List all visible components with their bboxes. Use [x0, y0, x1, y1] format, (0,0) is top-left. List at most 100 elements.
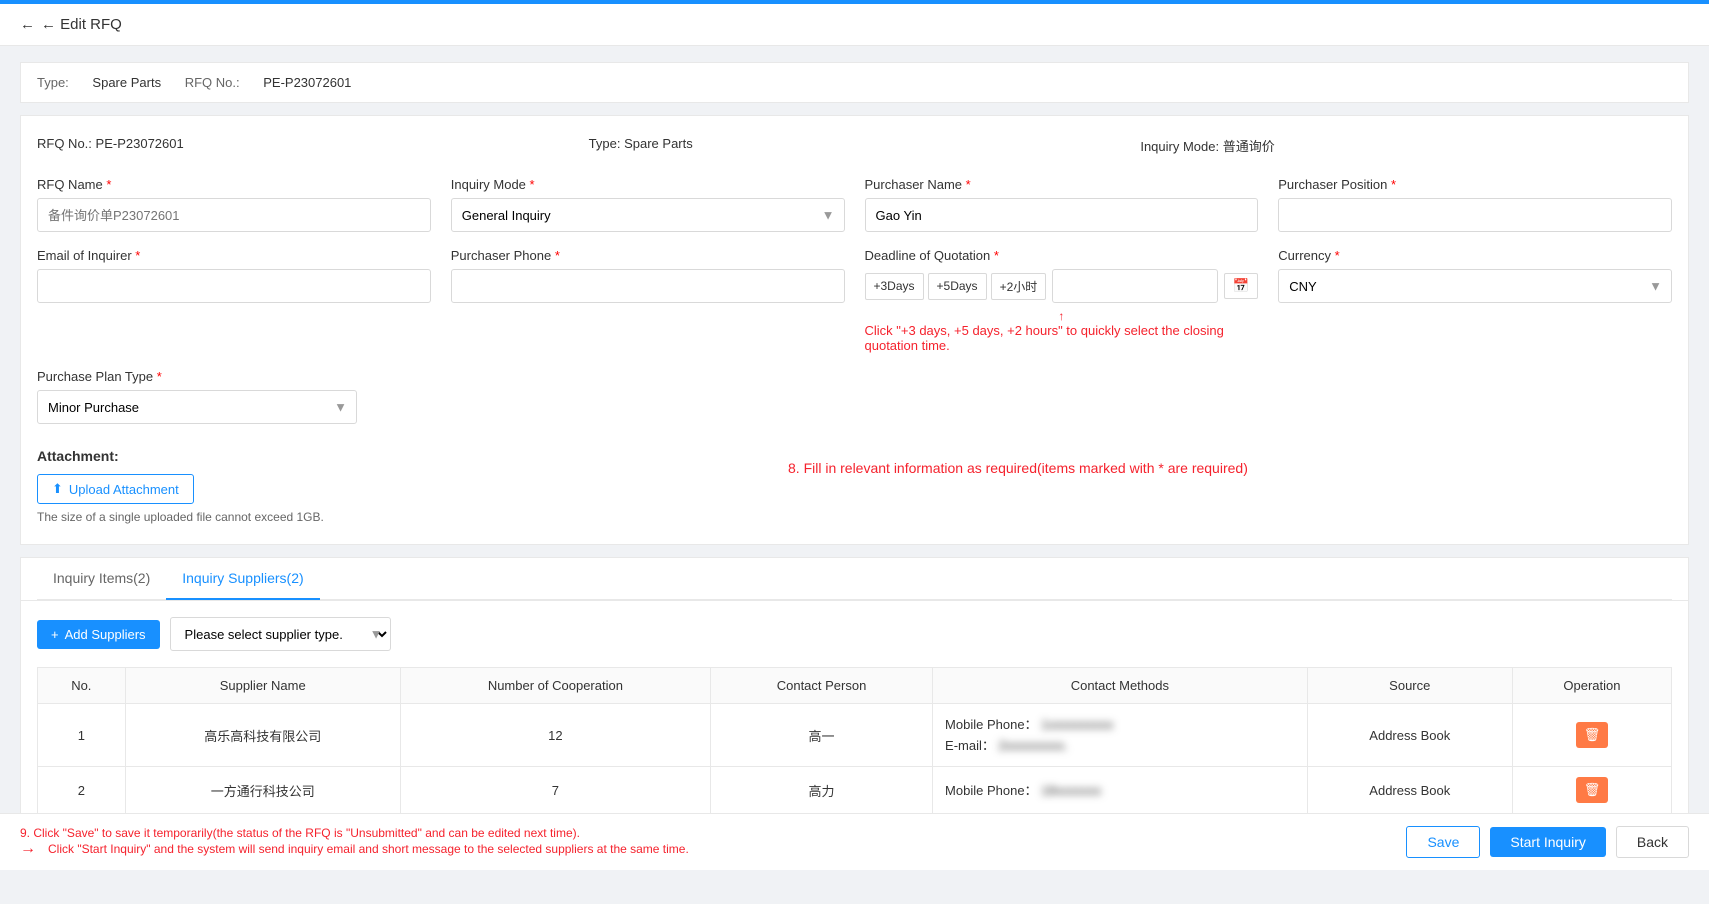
purchaser-position-label: Purchaser Position *: [1278, 177, 1672, 192]
purchaser-name-input[interactable]: [865, 198, 1259, 232]
col-operation: Operation: [1512, 668, 1671, 704]
row1-contact-info: Mobile Phone： 1xxxxxxxxxx E-mail： 2xxxxx…: [945, 714, 1295, 754]
upload-btn[interactable]: ⬆ Upload Attachment: [37, 474, 194, 504]
quick-5days-btn[interactable]: +5Days: [928, 273, 987, 300]
rfq-name-input[interactable]: [37, 198, 431, 232]
col-supplier-name: Supplier Name: [125, 668, 400, 704]
calendar-btn[interactable]: 📅: [1224, 273, 1259, 299]
quick-3days-btn[interactable]: +3Days: [865, 273, 924, 300]
col-contact-methods: Contact Methods: [933, 668, 1308, 704]
row1-contact-methods: Mobile Phone： 1xxxxxxxxxx E-mail： 2xxxxx…: [933, 704, 1308, 767]
rfq-no-label: RFQ No.:: [185, 75, 240, 90]
table-body: 1 高乐高科技有限公司 12 高一 Mobile Phone： 1xxxxxxx…: [38, 704, 1672, 814]
attachment-title: Attachment:: [37, 448, 324, 464]
currency-select[interactable]: CNY: [1278, 269, 1672, 303]
row1-delete-btn[interactable]: 🗑: [1576, 722, 1609, 748]
deadline-input[interactable]: [1052, 269, 1217, 303]
suppliers-table: No. Supplier Name Number of Cooperation …: [37, 667, 1672, 814]
purchaser-phone-input[interactable]: [451, 269, 845, 303]
bottom-instruction-line1: 9. Click "Save" to save it temporarily(t…: [20, 826, 1406, 840]
deadline-tooltip: ↑ Click "+3 days, +5 days, +2 hours" to …: [865, 309, 1259, 353]
table-row: 2 一方通行科技公司 7 高力 Mobile Phone： 18xxxxxxx …: [38, 767, 1672, 814]
supplier-section: + Add Suppliers Please select supplier t…: [20, 600, 1689, 831]
col-no: No.: [38, 668, 126, 704]
purchaser-phone-label: Purchaser Phone *: [451, 248, 845, 263]
row1-operation: 🗑: [1512, 704, 1671, 767]
row2-mobile-value: 18xxxxxxx: [1041, 783, 1101, 798]
table-row: 1 高乐高科技有限公司 12 高一 Mobile Phone： 1xxxxxxx…: [38, 704, 1672, 767]
row2-operation: 🗑: [1512, 767, 1671, 814]
add-suppliers-label: Add Suppliers: [65, 627, 146, 642]
quick-btns: +3Days +5Days +2小时: [865, 273, 1047, 300]
tabs: Inquiry Items(2) Inquiry Suppliers(2): [37, 558, 1672, 600]
type-field-label: Type: Spare Parts: [589, 136, 1121, 151]
email-input[interactable]: [37, 269, 431, 303]
email-label: Email of Inquirer *: [37, 248, 431, 263]
form-group-currency: Currency * CNY ▼: [1278, 248, 1672, 353]
currency-select-wrapper: CNY ▼: [1278, 269, 1672, 303]
row1-email: E-mail： 2xxxxxxxxx.: [945, 735, 1295, 754]
instruction-text: 8. Fill in relevant information as requi…: [788, 450, 1248, 486]
form-group-email: Email of Inquirer *: [37, 248, 431, 353]
supplier-type-wrapper: Please select supplier type. ▼: [170, 617, 391, 651]
purchaser-name-label: Purchaser Name *: [865, 177, 1259, 192]
header: ← ← Edit RFQ: [0, 4, 1709, 46]
arrow-right-icon: →: [20, 840, 36, 858]
purchaser-position-input[interactable]: [1278, 198, 1672, 232]
tab-inquiry-items[interactable]: Inquiry Items(2): [37, 558, 166, 600]
row1-mobile: Mobile Phone： 1xxxxxxxxxx: [945, 714, 1295, 733]
toolbar: + Add Suppliers Please select supplier t…: [37, 617, 1672, 651]
supplier-type-select[interactable]: Please select supplier type.: [170, 617, 391, 651]
inquiry-mode-select-wrapper: General Inquiry ▼: [451, 198, 845, 232]
purchase-plan-label: Purchase Plan Type *: [37, 369, 357, 384]
row1-mobile-value: 1xxxxxxxxxx: [1041, 717, 1113, 732]
instruction-section: 8. Fill in relevant information as requi…: [364, 440, 1672, 486]
attachment-section: Attachment: ⬆ Upload Attachment The size…: [37, 448, 324, 524]
save-button[interactable]: Save: [1406, 826, 1480, 858]
currency-label: Currency *: [1278, 248, 1672, 263]
row1-contact-person: 高一: [711, 704, 933, 767]
col-cooperation: Number of Cooperation: [400, 668, 710, 704]
form-group-type: Type: Spare Parts: [589, 136, 1121, 161]
row1-source: Address Book: [1307, 704, 1512, 767]
row2-contact-info: Mobile Phone： 18xxxxxxx: [945, 780, 1295, 799]
file-limit: The size of a single uploaded file canno…: [37, 510, 324, 524]
attachment-instruction-row: Attachment: ⬆ Upload Attachment The size…: [37, 440, 1672, 524]
add-suppliers-btn[interactable]: + Add Suppliers: [37, 620, 160, 649]
purchase-plan-select[interactable]: Minor Purchase: [37, 390, 357, 424]
rfq-no-field-label: RFQ No.: PE-P23072601: [37, 136, 569, 151]
purchase-plan-select-wrapper: Minor Purchase ▼: [37, 390, 357, 424]
form-group-purchaser-phone: Purchaser Phone *: [451, 248, 845, 353]
back-button[interactable]: ← ← Edit RFQ: [20, 16, 122, 33]
upload-label: Upload Attachment: [69, 482, 179, 497]
rfq-name-label: RFQ Name *: [37, 177, 431, 192]
form-row-1: RFQ No.: PE-P23072601 Type: Spare Parts …: [37, 136, 1672, 161]
row2-no: 2: [38, 767, 126, 814]
bottom-instruction-line2: → Click "Start Inquiry" and the system w…: [20, 840, 1406, 858]
row2-delete-btn[interactable]: 🗑: [1576, 777, 1609, 803]
row1-no: 1: [38, 704, 126, 767]
row1-email-value: 2xxxxxxxxx.: [999, 738, 1068, 753]
form-group-purchaser-position: Purchaser Position *: [1278, 177, 1672, 232]
form-group-inquiry-mode-info: Inquiry Mode: 普通询价: [1140, 136, 1672, 161]
form-section: RFQ No.: PE-P23072601 Type: Spare Parts …: [20, 115, 1689, 545]
row1-cooperation: 12: [400, 704, 710, 767]
col-source: Source: [1307, 668, 1512, 704]
inquiry-mode-select[interactable]: General Inquiry: [451, 198, 845, 232]
back-action-button[interactable]: Back: [1616, 826, 1689, 858]
form-group-rfq-name: RFQ Name *: [37, 177, 431, 232]
quick-2hours-btn[interactable]: +2小时: [991, 273, 1047, 300]
bottom-instruction: 9. Click "Save" to save it temporarily(t…: [20, 826, 1406, 858]
form-row-3: Email of Inquirer * Purchaser Phone * De…: [37, 248, 1672, 353]
rfq-no-value: PE-P23072601: [263, 75, 351, 90]
row2-mobile: Mobile Phone： 18xxxxxxx: [945, 780, 1295, 799]
row2-source: Address Book: [1307, 767, 1512, 814]
col-contact-person: Contact Person: [711, 668, 933, 704]
form-group-deadline: Deadline of Quotation * +3Days +5Days +2…: [865, 248, 1259, 353]
bottom-actions: Save Start Inquiry Back: [1406, 826, 1689, 858]
start-inquiry-button[interactable]: Start Inquiry: [1490, 827, 1605, 857]
row2-contact-methods: Mobile Phone： 18xxxxxxx: [933, 767, 1308, 814]
back-icon: ←: [20, 16, 35, 33]
row2-cooperation: 7: [400, 767, 710, 814]
tab-inquiry-suppliers[interactable]: Inquiry Suppliers(2): [166, 558, 319, 600]
